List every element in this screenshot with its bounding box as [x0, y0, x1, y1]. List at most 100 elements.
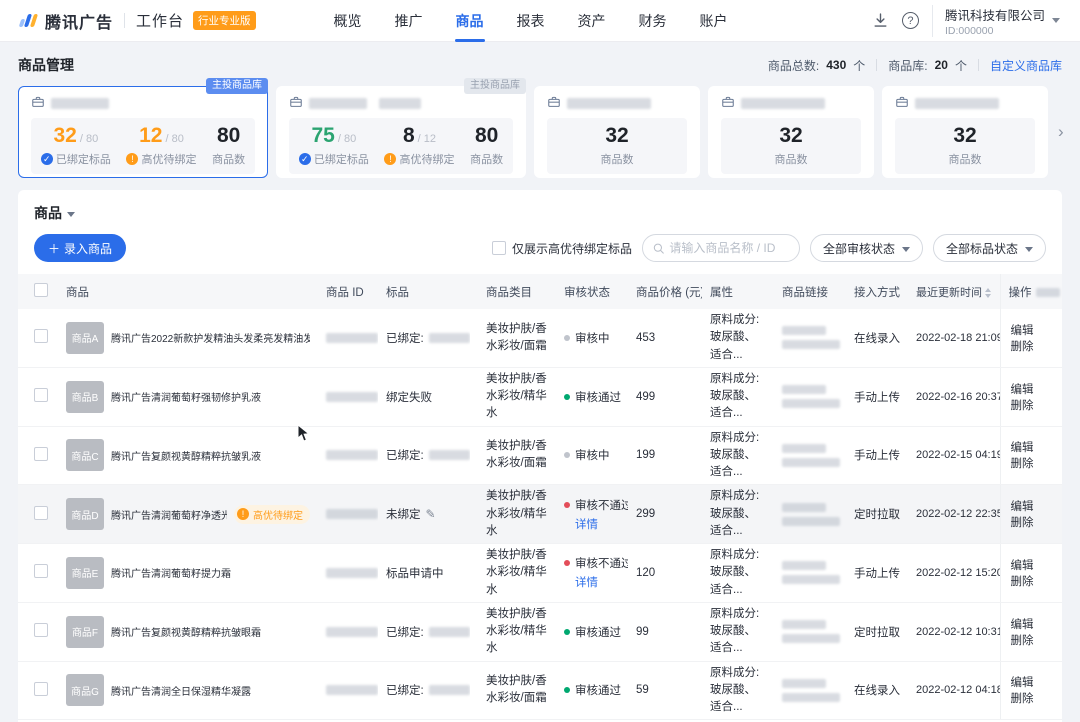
edit-button[interactable]: 编辑 [1011, 384, 1034, 396]
status-cell: 审核通过 [556, 367, 628, 426]
delete-button[interactable]: 删除 [1011, 693, 1034, 705]
link-redacted-line [782, 679, 826, 688]
status-indicator: 审核中 [564, 447, 620, 463]
product-info: 商品F腾讯广告复颜视黄醇精粹抗皱眼霜 [66, 616, 310, 648]
column-header-label: 商品 [66, 287, 89, 299]
status-indicator: 审核通过 [564, 389, 620, 405]
brand-name: 腾讯广告 [45, 9, 113, 33]
row-checkbox[interactable] [34, 564, 48, 578]
delete-button[interactable]: 删除 [1011, 341, 1034, 353]
product-id-cell [318, 661, 378, 720]
app-root: 腾讯广告 工作台 行业专业版 概览推广商品报表资产财务账户 ? 腾讯科技有限公司… [0, 0, 1080, 722]
product-id-redacted [326, 450, 378, 460]
download-icon[interactable] [872, 12, 889, 29]
product-cell: 商品F腾讯广告复颜视黄醇精粹抗皱眼霜 [58, 602, 318, 661]
edit-button[interactable]: 编辑 [1011, 325, 1034, 337]
library-card[interactable]: 主投商品库75 / 80✓已绑定标品8 / 12!高优待绑定80商品数 [276, 86, 526, 178]
edit-button[interactable]: 编辑 [1011, 442, 1034, 454]
row-checkbox[interactable] [34, 329, 48, 343]
link-cell [774, 367, 846, 426]
toolbar-filters: 仅展示高优待绑定标品 全部审核状态 全部标品状态 [492, 234, 1046, 262]
nav-item[interactable]: 商品 [456, 0, 484, 42]
delete-button[interactable]: 删除 [1011, 576, 1034, 588]
nav-item[interactable]: 推广 [395, 0, 423, 42]
row-checkbox[interactable] [34, 623, 48, 637]
select-all-cell [18, 274, 58, 309]
library-stats: 32商品数 [895, 118, 1035, 174]
plus-icon: ＋ [48, 240, 60, 257]
library-count-value: 20 [935, 58, 948, 72]
product-info: 商品E腾讯广告清润葡萄籽提力霜 [66, 557, 310, 589]
link-redacted-line [782, 444, 826, 453]
add-product-label: 录入商品 [64, 240, 112, 257]
status-detail-link[interactable]: 详情 [575, 574, 598, 590]
price-cell: 453 [628, 309, 702, 367]
product-link-redacted [782, 561, 838, 584]
library-card[interactable]: 32商品数 [534, 86, 700, 178]
product-avatar: 商品F [66, 616, 104, 648]
stat-value: 32 [601, 124, 634, 148]
status-text: 审核中 [575, 447, 610, 463]
product-id-cell [318, 544, 378, 603]
section-title-dropdown[interactable]: 商品 [18, 203, 1062, 223]
nav-item[interactable]: 财务 [639, 0, 667, 42]
account-name: 腾讯科技有限公司 [945, 5, 1045, 24]
standard-status-select[interactable]: 全部标品状态 [933, 234, 1046, 262]
status-detail-link[interactable]: 详情 [575, 516, 598, 532]
edit-button[interactable]: 编辑 [1011, 619, 1034, 631]
delete-button[interactable]: 删除 [1011, 400, 1034, 412]
nav-item[interactable]: 账户 [700, 0, 728, 42]
audit-status-select[interactable]: 全部审核状态 [810, 234, 923, 262]
priority-filter-label: 仅展示高优待绑定标品 [512, 240, 632, 257]
product-id-redacted [326, 509, 378, 519]
edit-button[interactable]: 编辑 [1011, 501, 1034, 513]
library-corner-badge: 主投商品库 [464, 78, 526, 94]
standard-info: 标品申请中 [386, 565, 470, 581]
row-checkbox[interactable] [34, 506, 48, 520]
nav-item[interactable]: 资产 [578, 0, 606, 42]
updated-time-cell: 2022-02-12 15:20:3 [908, 544, 1000, 603]
edit-pencil-icon[interactable]: ✎ [426, 507, 436, 521]
search-input[interactable] [669, 241, 789, 255]
edit-button[interactable]: 编辑 [1011, 677, 1034, 689]
help-icon[interactable]: ? [902, 12, 919, 29]
row-checkbox[interactable] [34, 447, 48, 461]
add-product-button[interactable]: ＋ 录入商品 [34, 234, 126, 262]
column-header-label: 操作 [1009, 287, 1032, 299]
standard-name-redacted [429, 685, 470, 695]
delete-button[interactable]: 删除 [1011, 458, 1034, 470]
product-id-redacted [326, 333, 378, 343]
select-all-checkbox[interactable] [34, 283, 48, 297]
status-text: 审核中 [575, 330, 610, 346]
stat-label: ✓已绑定标品 [41, 151, 111, 167]
stat-value: 32 / 80 [41, 124, 111, 148]
edit-button[interactable]: 编辑 [1011, 560, 1034, 572]
library-card[interactable]: 32商品数 [708, 86, 874, 178]
carousel-next-button[interactable]: › [1056, 120, 1064, 144]
actions-cell: 编辑删除 [1000, 661, 1062, 720]
stat-value: 32 [775, 124, 808, 148]
status-dot-icon [564, 394, 570, 400]
product-id-redacted [326, 392, 378, 402]
column-header: 操作 [1000, 274, 1062, 309]
top-navbar: 腾讯广告 工作台 行业专业版 概览推广商品报表资产财务账户 ? 腾讯科技有限公司… [0, 0, 1080, 42]
library-card[interactable]: 32商品数 [882, 86, 1048, 178]
row-checkbox[interactable] [34, 388, 48, 402]
priority-filter-checkbox[interactable] [492, 241, 506, 255]
nav-item[interactable]: 报表 [517, 0, 545, 42]
row-checkbox[interactable] [34, 682, 48, 696]
library-card[interactable]: 主投商品库32 / 80✓已绑定标品12 / 80!高优待绑定80商品数 [18, 86, 268, 178]
nav-item[interactable]: 概览 [334, 0, 362, 42]
sort-icon[interactable] [985, 288, 993, 298]
product-avatar: 商品D [66, 498, 104, 530]
status-dot-icon [564, 335, 570, 341]
chevron-down-icon [902, 247, 910, 252]
column-header: 属性 [702, 274, 774, 309]
account-menu[interactable]: 腾讯科技有限公司 ID:000000 [932, 5, 1060, 37]
delete-button[interactable]: 删除 [1011, 517, 1034, 529]
product-name: 腾讯广告清润葡萄籽净透光洁面乳 [111, 507, 227, 522]
stat-denominator: / 12 [415, 133, 436, 145]
delete-button[interactable]: 删除 [1011, 635, 1034, 647]
custom-library-link[interactable]: 自定义商品库 [990, 57, 1062, 74]
link-cell [774, 426, 846, 485]
